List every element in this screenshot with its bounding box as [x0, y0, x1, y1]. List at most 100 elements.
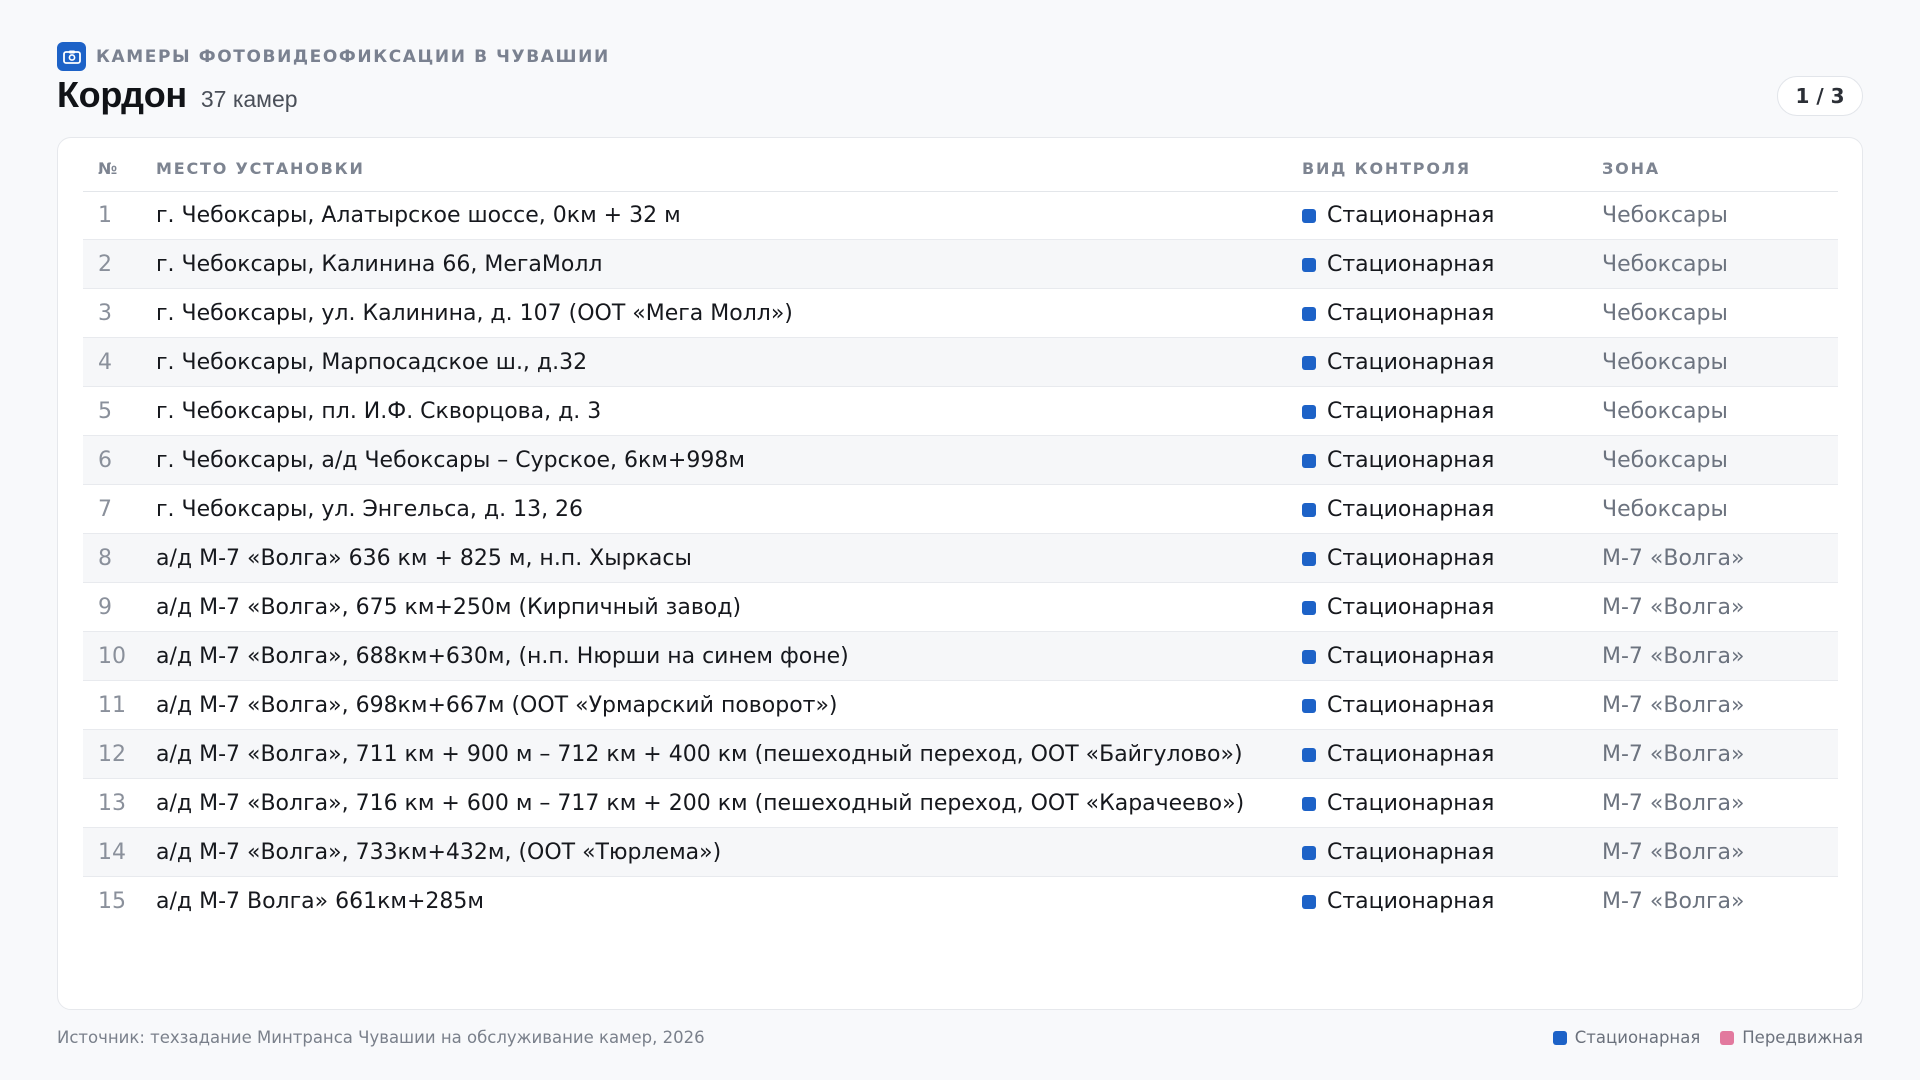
stationary-swatch-icon [1552, 1030, 1567, 1045]
control-type: Стационарная [1302, 779, 1494, 828]
row-number: 6 [98, 448, 112, 473]
installation-place: г. Чебоксары, Калинина 66, МегаМолл [156, 252, 603, 277]
table-row: 11 а/д М-7 «Волга», 698км+667м (ООТ «Урма… [83, 681, 1838, 730]
row-number: 8 [98, 546, 112, 571]
installation-place: а/д М-7 Волга» 661км+285м [156, 889, 485, 914]
table-row: 5 г. Чебоксары, пл. И.Ф. Скворцова, д. 3 С… [83, 387, 1838, 436]
stationary-marker-icon [1302, 257, 1316, 272]
zone: М-7 «Волга» [1602, 644, 1745, 669]
control-type-label: Стационарная [1327, 546, 1495, 571]
table-row: 6 г. Чебоксары, а/д Чебоксары – Сурское, … [83, 436, 1838, 485]
installation-place: а/д М-7 «Волга», 675 км+250м (Кирпичный … [156, 595, 742, 620]
legend-label: Передвижная [1742, 1028, 1863, 1047]
installation-place: а/д М-7 «Волга», 733км+432м, (ООТ «Тюрле… [156, 840, 722, 865]
control-type-label: Стационарная [1327, 301, 1495, 326]
table-row: 13 а/д М-7 «Волга», 716 км + 600 м – 717 … [83, 779, 1838, 828]
zone: М-7 «Волга» [1602, 791, 1745, 816]
table-row: 4 г. Чебоксары, Марпосадское ш., д.32 Стац… [83, 338, 1838, 387]
control-type-label: Стационарная [1327, 350, 1495, 375]
page-title: Кордон [57, 74, 187, 115]
row-number: 13 [98, 791, 126, 816]
legend-item-mobile: Передвижная [1720, 1028, 1863, 1047]
mobile-swatch-icon [1720, 1030, 1735, 1045]
zone: Чебоксары [1602, 203, 1728, 228]
column-header-place: МЕСТО УСТАНОВКИ [156, 159, 365, 178]
row-number: 9 [98, 595, 112, 620]
stationary-marker-icon [1302, 355, 1316, 370]
control-type: Стационарная [1302, 681, 1494, 730]
row-number: 2 [98, 252, 112, 277]
control-type: Стационарная [1302, 240, 1494, 289]
zone: М-7 «Волга» [1602, 693, 1745, 718]
control-type: Стационарная [1302, 338, 1494, 387]
row-number: 12 [98, 742, 126, 767]
installation-place: а/д М-7 «Волга», 688км+630м, (н.п. Нюрши… [156, 644, 849, 669]
control-type: Стационарная [1302, 191, 1494, 240]
control-type-label: Стационарная [1327, 448, 1495, 473]
title-row: Кордон 37 камер [57, 74, 298, 116]
control-type-label: Стационарная [1327, 203, 1495, 228]
control-type: Стационарная [1302, 730, 1494, 779]
zone: М-7 «Волга» [1602, 595, 1745, 620]
stationary-marker-icon [1302, 845, 1316, 860]
row-number: 5 [98, 399, 112, 424]
table-row: 9 а/д М-7 «Волга», 675 км+250м (Кирпичный… [83, 583, 1838, 632]
installation-place: г. Чебоксары, а/д Чебоксары – Сурское, 6… [156, 448, 745, 473]
control-type-label: Стационарная [1327, 840, 1495, 865]
control-type-label: Стационарная [1327, 693, 1495, 718]
installation-place: г. Чебоксары, пл. И.Ф. Скворцова, д. 3 [156, 399, 602, 424]
stationary-marker-icon [1302, 698, 1316, 713]
zone: М-7 «Волга» [1602, 889, 1745, 914]
legend: Стационарная Передвижная [1533, 1028, 1863, 1047]
stationary-marker-icon [1302, 649, 1316, 664]
control-type: Стационарная [1302, 583, 1494, 632]
stationary-marker-icon [1302, 404, 1316, 419]
table-row: 10 а/д М-7 «Волга», 688км+630м, (н.п. Нюр… [83, 632, 1838, 681]
control-type: Стационарная [1302, 632, 1494, 681]
table-row: 3 г. Чебоксары, ул. Калинина, д. 107 (ООТ… [83, 289, 1838, 338]
installation-place: г. Чебоксары, Марпосадское ш., д.32 [156, 350, 588, 375]
legend-label: Стационарная [1574, 1028, 1701, 1047]
zone: Чебоксары [1602, 497, 1728, 522]
control-type: Стационарная [1302, 828, 1494, 877]
stationary-marker-icon [1302, 747, 1316, 762]
row-number: 1 [98, 203, 112, 228]
installation-place: а/д М-7 «Волга», 698км+667м (ООТ «Урмарс… [156, 693, 838, 718]
stationary-marker-icon [1302, 453, 1316, 468]
stationary-marker-icon [1302, 600, 1316, 615]
table-row: 1 г. Чебоксары, Алатырское шоссе, 0км + 3… [83, 191, 1838, 240]
zone: Чебоксары [1602, 301, 1728, 326]
stationary-marker-icon [1302, 502, 1316, 517]
zone: Чебоксары [1602, 448, 1728, 473]
stationary-marker-icon [1302, 796, 1316, 811]
table-row: 2 г. Чебоксары, Калинина 66, МегаМолл Стац… [83, 240, 1838, 289]
row-number: 11 [98, 693, 126, 718]
control-type-label: Стационарная [1327, 644, 1495, 669]
table-row: 8 а/д М-7 «Волга» 636 км + 825 м, н.п. Хы… [83, 534, 1838, 583]
installation-place: а/д М-7 «Волга», 716 км + 600 м – 717 км… [156, 791, 1245, 816]
control-type-label: Стационарная [1327, 399, 1495, 424]
legend-item-stationary: Стационарная [1552, 1028, 1701, 1047]
column-header-num: № [98, 159, 120, 178]
table-row: 7 г. Чебоксары, ул. Энгельса, д. 13, 26 Ст… [83, 485, 1838, 534]
row-number: 15 [98, 889, 126, 914]
row-number: 10 [98, 644, 126, 669]
column-header-zone: ЗОНА [1602, 159, 1660, 178]
page-indicator[interactable]: 1 / 3 [1777, 76, 1863, 116]
section-eyebrow: КАМЕРЫ ФОТОВИДЕОФИКСАЦИИ В ЧУВАШИИ [96, 46, 610, 67]
control-type: Стационарная [1302, 436, 1494, 485]
installation-place: г. Чебоксары, Алатырское шоссе, 0км + 32… [156, 203, 681, 228]
zone: Чебоксары [1602, 399, 1728, 424]
control-type-label: Стационарная [1327, 889, 1495, 914]
control-type: Стационарная [1302, 534, 1494, 583]
row-number: 3 [98, 301, 112, 326]
table-body: 1 г. Чебоксары, Алатырское шоссе, 0км + 3… [83, 191, 1838, 926]
control-type-label: Стационарная [1327, 791, 1495, 816]
zone: М-7 «Волга» [1602, 840, 1745, 865]
stationary-marker-icon [1302, 306, 1316, 321]
control-type-label: Стационарная [1327, 497, 1495, 522]
camera-icon [57, 42, 86, 71]
control-type-label: Стационарная [1327, 595, 1495, 620]
table-row: 15 а/д М-7 Волга» 661км+285м Стационарная М… [83, 877, 1838, 926]
zone: М-7 «Волга» [1602, 742, 1745, 767]
